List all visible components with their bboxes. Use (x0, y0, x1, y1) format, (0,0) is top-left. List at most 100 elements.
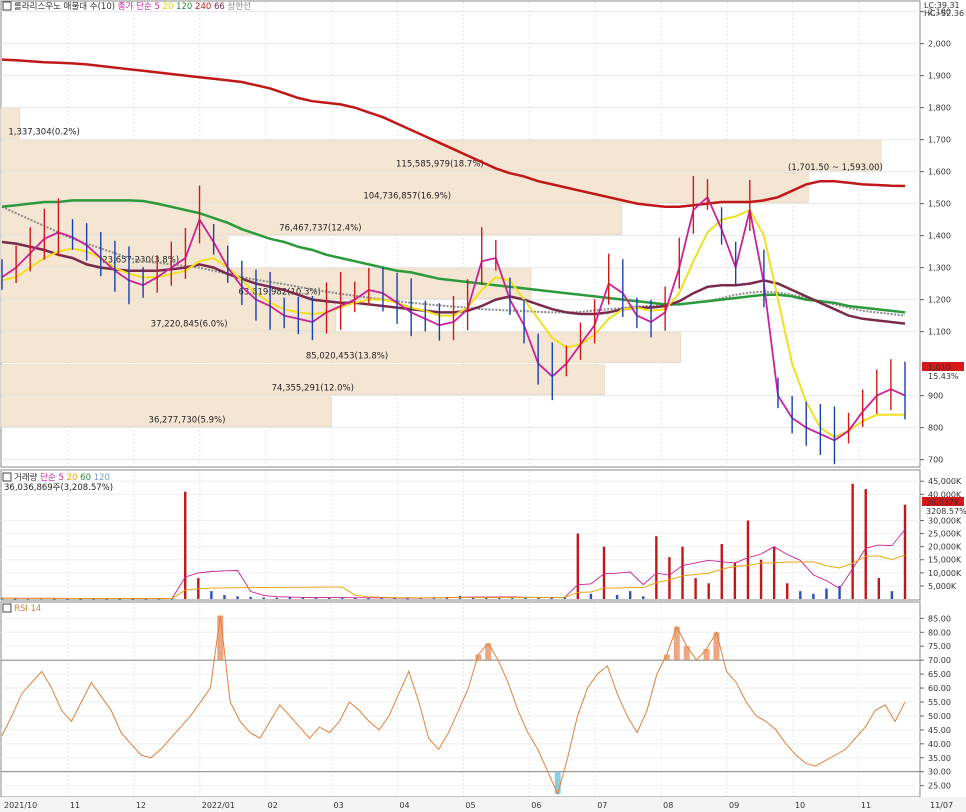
volume-bar (249, 596, 252, 599)
rsi-tick-label: 35.00 (928, 754, 951, 763)
volume-bar (236, 596, 239, 599)
date-tick-label: 02 (268, 801, 278, 810)
volume-tick-label: 5,000K (928, 582, 957, 591)
date-axis: 2021/10 11 12 2022/01 02 03 04 05 06 07 08 09 10 11 11… (0, 797, 966, 812)
price-tick-label: 1,800 (928, 104, 951, 113)
price-tick-label: 700 (928, 456, 943, 465)
volume-bar (210, 591, 213, 599)
volume-panel[interactable]: 45,000K40,000K30,000K25,000K20,000K15,00… (0, 469, 966, 601)
rsi-tick-label: 45.00 (928, 726, 951, 735)
date-tick-label: 04 (399, 801, 409, 810)
price-legend-item: 120 (173, 2, 192, 12)
rsi-tick-label: 55.00 (928, 698, 951, 707)
range-label: (1,701.50 ~ 1,593.00) (788, 163, 883, 173)
rsi-tick-label: 75.00 (928, 642, 951, 651)
rsi-panel-frame (0, 601, 921, 798)
date-tick-label: 07 (597, 801, 607, 810)
volume-profile-label: 115,585,979(18.7%) (396, 160, 484, 170)
volume-bar (576, 533, 580, 599)
volume-legend-item: 거래량 (14, 472, 38, 483)
volume-bar (694, 578, 697, 599)
current-volume-pct: 3208.57% (926, 507, 966, 516)
legend-box-icon (2, 603, 12, 613)
volume-profile-label: 104,736,857(16.9%) (363, 192, 451, 202)
volume-bar (223, 595, 226, 599)
volume-bar (314, 597, 318, 599)
volume-bar (707, 583, 710, 599)
date-tick-label: 10 (795, 801, 805, 810)
volume-bar (864, 489, 867, 599)
date-tick-label: 08 (663, 801, 673, 810)
volume-legend-text: 거래량 단순 5 20 60 120 (14, 472, 110, 483)
volume-bar (825, 588, 828, 599)
rsi-tick-label: 85.00 (928, 614, 951, 623)
volume-bar (681, 546, 684, 599)
rsi-tick-label: 40.00 (928, 740, 951, 749)
volume-profile-label: 76,467,737(12.4%) (279, 224, 361, 234)
price-panel[interactable]: 1,337,304(0.2%) 115,585,979(18.7%) 104,736… (0, 0, 964, 468)
volume-bar (628, 591, 632, 599)
price-tick-label: 1,700 (928, 136, 951, 145)
volume-legend-item: 20 (64, 473, 78, 483)
volume-summary: 36,036,869주(3,208.57%) (4, 483, 113, 493)
volume-bar (367, 598, 370, 600)
volume-tick-label: 25,000K (928, 530, 962, 539)
volume-bar (642, 596, 645, 599)
rsi-oversold-fill (554, 771, 561, 794)
rsi-tick-label: 25.00 (928, 782, 951, 791)
hc-label: HC:-52.36 (924, 9, 964, 18)
legend-box-icon (2, 1, 12, 11)
rsi-panel[interactable]: 85.00 80.00 75.00 70.00 65.00 60.00 55.00 50.00… (0, 601, 951, 798)
volume-bar (799, 591, 802, 599)
volume-bar (655, 536, 658, 599)
volume-bar (589, 593, 593, 599)
volume-bar (275, 597, 279, 599)
price-legend-item: 종가 단순 5 (115, 1, 160, 12)
price-tick-label: 1,600 (928, 168, 951, 177)
volume-bar (615, 595, 619, 599)
date-tick-label: 2021/10 (4, 801, 37, 810)
volume-legend-item: 60 (77, 473, 91, 483)
volume-bar (301, 597, 305, 599)
price-tick-label: 1,100 (928, 328, 951, 337)
price-legend-item: 240 (192, 2, 211, 12)
rsi-tick-label: 30.00 (928, 768, 951, 777)
price-tick-label: 1,400 (928, 232, 951, 241)
date-tick-label: 11/07 (930, 801, 953, 810)
rsi-tick-label: 70.00 (928, 656, 951, 665)
volume-tick-label: 45,000K (928, 477, 962, 486)
date-tick-label: 12 (136, 801, 146, 810)
volume-bar (772, 546, 776, 599)
volume-tick-label: 30,000K (928, 516, 962, 525)
volume-profile-label: 37,220,845(6.0%) (151, 320, 228, 330)
price-legend-item: 66 (211, 2, 225, 12)
volume-bar (602, 546, 606, 599)
legend-box-icon (2, 472, 12, 482)
date-tick-label: 05 (465, 801, 475, 810)
price-tick-label: 1,200 (928, 296, 951, 305)
price-legend-text: 롤라리스우노 매물대 수(10) 종가 단순 5 20 120 240 66 상… (14, 1, 251, 12)
price-tick-label: 1,500 (928, 200, 951, 209)
date-tick-label: 03 (334, 801, 344, 810)
price-tick-label: 1,900 (928, 72, 951, 81)
price-tick-label: 900 (928, 392, 943, 401)
volume-legend-item: 120 (91, 473, 110, 483)
rsi-legend: RSI 14 (14, 604, 41, 614)
stock-chart[interactable]: 1,337,304(0.2%) 115,585,979(18.7%) 104,736… (0, 0, 966, 812)
volume-profile-label: 1,337,304(0.2%) (8, 128, 80, 138)
volume-tick-label: 20,000K (928, 543, 962, 552)
volume-profile-label: 85,020,453(13.8%) (306, 352, 388, 362)
current-price: 1,010 (928, 363, 951, 372)
volume-bar (851, 483, 854, 599)
volume-tick-label: 15,000K (928, 556, 962, 565)
date-tick-label: 09 (729, 801, 739, 810)
volume-bar (720, 544, 723, 599)
price-legend-item: 상한선 (225, 1, 251, 12)
volume-profile-label: 36,277,730(5.9%) (149, 416, 226, 426)
date-tick-label: 2022/01 (202, 801, 235, 810)
date-tick-label: 11 (70, 801, 80, 810)
volume-profile-label: 74,355,291(12.0%) (272, 384, 354, 394)
price-legend-item: 20 (160, 2, 174, 12)
price-tick-label: 800 (928, 424, 943, 433)
volume-bar (262, 597, 265, 599)
